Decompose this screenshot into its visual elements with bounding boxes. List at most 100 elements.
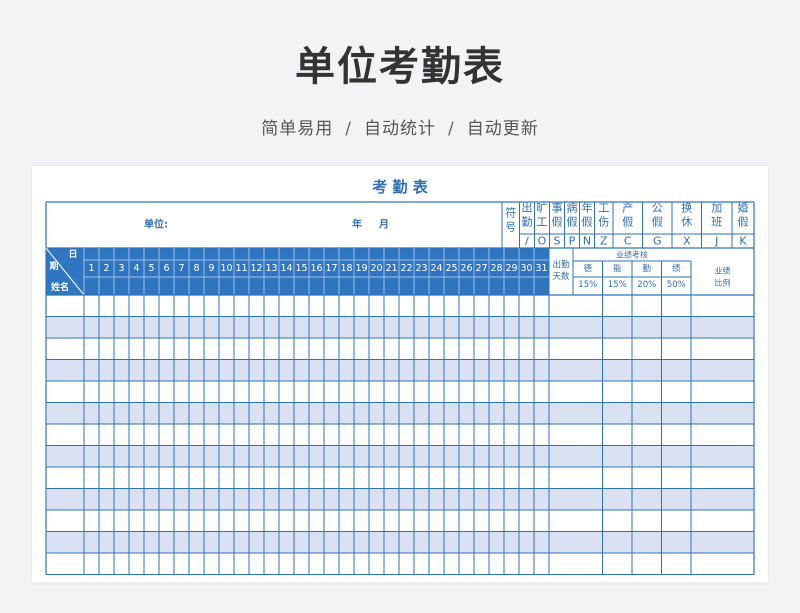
day-number: 22 bbox=[400, 263, 412, 274]
day-number: 27 bbox=[475, 263, 487, 274]
perf-ratio-label: 业绩 bbox=[715, 266, 731, 276]
perf-item-pct: 20% bbox=[637, 280, 656, 290]
subtitle-part-easy: 简单易用 bbox=[261, 119, 334, 139]
table-row-stripe bbox=[46, 316, 754, 338]
table-row-stripe bbox=[46, 402, 754, 424]
perf-item-pct: 15% bbox=[608, 280, 627, 290]
day-number: 23 bbox=[415, 263, 427, 274]
symbol-label: 符 bbox=[505, 207, 516, 220]
day-number: 24 bbox=[430, 263, 442, 274]
attendance-sheet: 考 勤 表单位: 年月符号出勤/旷工O事假S病假P年假N工伤Z产假C公假G换休X加… bbox=[45, 178, 755, 575]
day-number: 14 bbox=[280, 263, 292, 274]
leave-type-label: 婚 bbox=[738, 201, 749, 215]
day-number: 18 bbox=[340, 263, 352, 274]
subtitle-part-auto-stat: 自动统计 bbox=[364, 119, 436, 139]
leave-type-label: 假 bbox=[738, 215, 749, 229]
day-number: 28 bbox=[490, 263, 502, 274]
attendance-sheet-card: 考 勤 表单位: 年月符号出勤 / 旷工 O 事假 S 病假 P 年假 N 工伤 Z 产假 C 公假 G 换休 X 加… bbox=[32, 166, 768, 582]
attendance-days-label: 天数 bbox=[552, 271, 570, 282]
leave-symbol: J bbox=[714, 235, 718, 248]
day-number: 20 bbox=[370, 263, 382, 274]
page-title: 单位考勤表 bbox=[295, 44, 505, 90]
day-number: 21 bbox=[385, 263, 397, 274]
leave-type-label: 产 bbox=[622, 201, 633, 215]
leave-type-label: 休 bbox=[681, 216, 692, 229]
leave-symbol: / bbox=[525, 235, 529, 248]
year-label: 年 bbox=[352, 218, 362, 231]
leave-type-label: 伤 bbox=[598, 216, 609, 229]
day-number: 11 bbox=[235, 263, 247, 274]
day-number: 7 bbox=[178, 263, 184, 274]
attendance-days-label: 出勤 bbox=[552, 259, 570, 270]
corner-period-label: 期 bbox=[49, 260, 58, 272]
leave-type-label: 班 bbox=[711, 216, 722, 229]
leave-type-label: 事 bbox=[552, 202, 563, 215]
day-number: 5 bbox=[148, 263, 154, 274]
table-row-stripe bbox=[46, 531, 754, 553]
leave-symbol: G bbox=[653, 235, 662, 248]
leave-type-label: 假 bbox=[567, 215, 578, 229]
day-number: 17 bbox=[325, 263, 337, 274]
perf-label: 业绩考核 bbox=[616, 250, 648, 260]
day-number: 19 bbox=[355, 263, 367, 274]
month-label: 月 bbox=[378, 219, 389, 231]
leave-type-label: 加 bbox=[711, 202, 722, 215]
perf-item-pct: 15% bbox=[578, 280, 597, 290]
leave-type-label: 病 bbox=[567, 201, 578, 215]
leave-symbol: X bbox=[683, 235, 691, 248]
subtitle-separator: / bbox=[345, 119, 352, 139]
leave-symbol: N bbox=[583, 235, 591, 248]
leave-type-label: 工 bbox=[537, 216, 548, 229]
leave-symbol: C bbox=[624, 235, 632, 248]
leave-type-label: 假 bbox=[582, 215, 593, 229]
leave-type-label: 假 bbox=[652, 215, 663, 229]
table-row-stripe bbox=[46, 359, 754, 381]
day-number: 29 bbox=[505, 263, 517, 274]
leave-type-label: 换 bbox=[681, 201, 692, 215]
leave-type-label: 工 bbox=[598, 202, 609, 215]
day-number: 8 bbox=[193, 263, 199, 274]
day-number: 1 bbox=[88, 263, 94, 274]
perf-item-label: 德 bbox=[583, 263, 592, 274]
leave-symbol: S bbox=[554, 235, 561, 248]
leave-symbol: Z bbox=[600, 235, 608, 248]
leave-symbol: K bbox=[739, 235, 747, 248]
perf-item-label: 能 bbox=[613, 263, 622, 274]
day-number: 31 bbox=[535, 263, 547, 274]
day-number: 3 bbox=[118, 263, 124, 274]
leave-type-label: 出 bbox=[522, 201, 533, 215]
day-number: 30 bbox=[520, 263, 532, 274]
day-number: 6 bbox=[163, 263, 169, 274]
leave-type-label: 假 bbox=[552, 215, 563, 229]
day-number: 9 bbox=[208, 263, 214, 274]
perf-item-label: 勤 bbox=[642, 263, 651, 274]
subtitle-separator: / bbox=[448, 119, 455, 139]
day-number: 12 bbox=[250, 263, 262, 274]
day-number: 15 bbox=[295, 263, 307, 274]
leave-type-label: 勤 bbox=[522, 216, 533, 229]
day-number: 16 bbox=[310, 263, 322, 274]
leave-symbol: P bbox=[569, 235, 576, 248]
day-number: 4 bbox=[133, 263, 139, 274]
page-subtitle: 简单易用 / 自动统计 / 自动更新 bbox=[0, 114, 800, 139]
symbol-label: 号 bbox=[505, 221, 516, 234]
day-number: 13 bbox=[265, 263, 277, 274]
leave-type-label: 公 bbox=[652, 202, 663, 215]
perf-item-pct: 50% bbox=[667, 280, 686, 290]
leave-symbol: O bbox=[538, 235, 547, 248]
table-row-stripe bbox=[46, 488, 754, 510]
subtitle-part-auto-update: 自动更新 bbox=[466, 119, 539, 139]
sheet-title: 考 勤 表 bbox=[372, 178, 428, 196]
perf-ratio-label: 比例 bbox=[715, 278, 731, 288]
corner-name-label: 姓名 bbox=[50, 281, 69, 293]
corner-day-label: 日 bbox=[68, 249, 77, 260]
perf-item-label: 绩 bbox=[672, 263, 681, 274]
day-number: 10 bbox=[220, 263, 232, 274]
day-number: 26 bbox=[460, 263, 472, 274]
leave-type-label: 年 bbox=[582, 201, 593, 215]
unit-label: 单位: bbox=[144, 218, 168, 231]
day-number: 25 bbox=[445, 263, 457, 274]
day-number: 2 bbox=[103, 263, 109, 274]
leave-type-label: 假 bbox=[622, 215, 633, 229]
table-row-stripe bbox=[46, 445, 754, 467]
